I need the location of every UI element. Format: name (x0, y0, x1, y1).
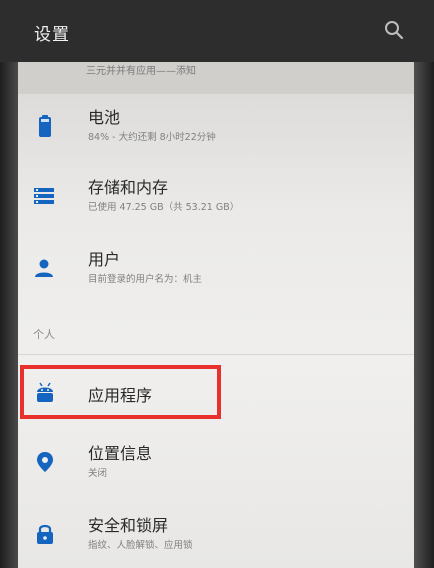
settings-item-storage[interactable]: 存储和内存 已使用 47.25 GB（共 53.21 GB） (18, 166, 414, 228)
settings-item-subtitle: 指纹、人脸解锁、应用锁 (88, 540, 193, 551)
app-bar: 设置 (0, 0, 434, 62)
settings-item-users[interactable]: 用户 目前登录的用户名为：机主 (18, 238, 414, 300)
device-bezel-left (0, 0, 18, 568)
partial-settings-item[interactable]: 三元并并有应用——添知 (18, 62, 414, 94)
settings-item-subtitle: 目前登录的用户名为：机主 (88, 274, 203, 285)
settings-item-subtitle: 关闭 (88, 468, 108, 479)
settings-item-location[interactable]: 位置信息 关闭 (18, 432, 414, 494)
settings-item-title: 存储和内存 (88, 178, 169, 197)
settings-item-title: 安全和锁屏 (88, 516, 169, 535)
device-bezel-right (414, 0, 434, 568)
settings-item-subtitle: 84% - 大约还剩 8小时22分钟 (88, 132, 216, 143)
highlight-box (20, 365, 221, 419)
location-icon (37, 452, 53, 472)
user-icon (35, 259, 53, 277)
settings-item-subtitle: 已使用 47.25 GB（共 53.21 GB） (88, 202, 240, 213)
settings-item-security[interactable]: 安全和锁屏 指纹、人脸解锁、应用锁 (18, 504, 414, 566)
page-title: 设置 (34, 25, 70, 45)
settings-item-title: 用户 (88, 250, 121, 269)
settings-item-title: 电池 (88, 108, 121, 127)
partial-item-subtitle: 三元并并有应用——添知 (86, 66, 196, 77)
settings-list: 三元并并有应用——添知 电池 84% - 大约还剩 8小时22分钟 存储和内存 … (18, 62, 414, 568)
lock-icon (37, 524, 53, 544)
settings-item-title: 位置信息 (88, 444, 153, 463)
search-icon[interactable] (384, 20, 404, 40)
settings-item-battery[interactable]: 电池 84% - 大约还剩 8小时22分钟 (18, 96, 414, 158)
section-header-personal: 个人 (33, 328, 55, 341)
storage-icon (34, 188, 54, 204)
section-divider (18, 354, 414, 355)
battery-icon (39, 115, 51, 137)
